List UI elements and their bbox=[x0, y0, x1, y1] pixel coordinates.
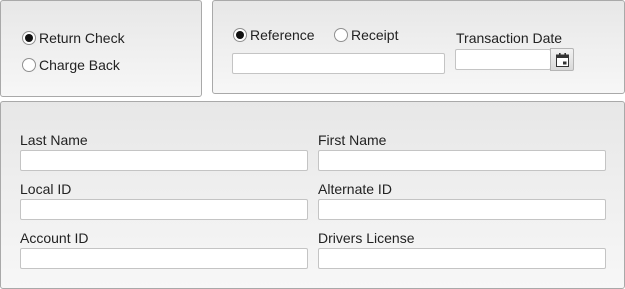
charge-back-radio[interactable] bbox=[22, 58, 36, 72]
receipt-radio[interactable] bbox=[334, 28, 348, 42]
first-name-label: First Name bbox=[318, 132, 387, 148]
alternate-id-input[interactable] bbox=[318, 199, 606, 220]
return-check-radio[interactable] bbox=[22, 31, 36, 45]
last-name-input[interactable] bbox=[20, 150, 308, 171]
receipt-option[interactable]: Receipt bbox=[334, 27, 398, 43]
transaction-date-label: Transaction Date bbox=[456, 30, 563, 46]
first-name-input[interactable] bbox=[318, 150, 606, 171]
last-name-label: Last Name bbox=[20, 132, 88, 148]
reference-option[interactable]: Reference bbox=[233, 27, 315, 43]
charge-back-label: Charge Back bbox=[39, 57, 120, 73]
return-check-option[interactable]: Return Check bbox=[22, 30, 125, 46]
calendar-button[interactable] bbox=[550, 48, 574, 71]
reference-label: Reference bbox=[250, 27, 315, 43]
alternate-id-label: Alternate ID bbox=[318, 181, 392, 197]
receipt-label: Receipt bbox=[351, 27, 399, 43]
charge-back-option[interactable]: Charge Back bbox=[22, 57, 120, 73]
calendar-icon bbox=[555, 52, 569, 67]
reference-input[interactable] bbox=[232, 53, 445, 74]
reference-radio[interactable] bbox=[233, 28, 247, 42]
return-check-label: Return Check bbox=[39, 30, 125, 46]
drivers-license-input[interactable] bbox=[318, 248, 606, 269]
local-id-input[interactable] bbox=[20, 199, 308, 220]
drivers-license-label: Drivers License bbox=[318, 230, 415, 246]
return-type-panel: Return Check Charge Back bbox=[0, 0, 202, 97]
account-id-label: Account ID bbox=[20, 230, 89, 246]
transaction-date-input[interactable] bbox=[455, 49, 551, 70]
account-id-input[interactable] bbox=[20, 248, 308, 269]
lookup-panel: Reference Receipt Transaction Date bbox=[212, 0, 625, 94]
customer-info-panel: Last Name First Name Local ID Alternate … bbox=[0, 101, 625, 289]
local-id-label: Local ID bbox=[20, 181, 72, 197]
